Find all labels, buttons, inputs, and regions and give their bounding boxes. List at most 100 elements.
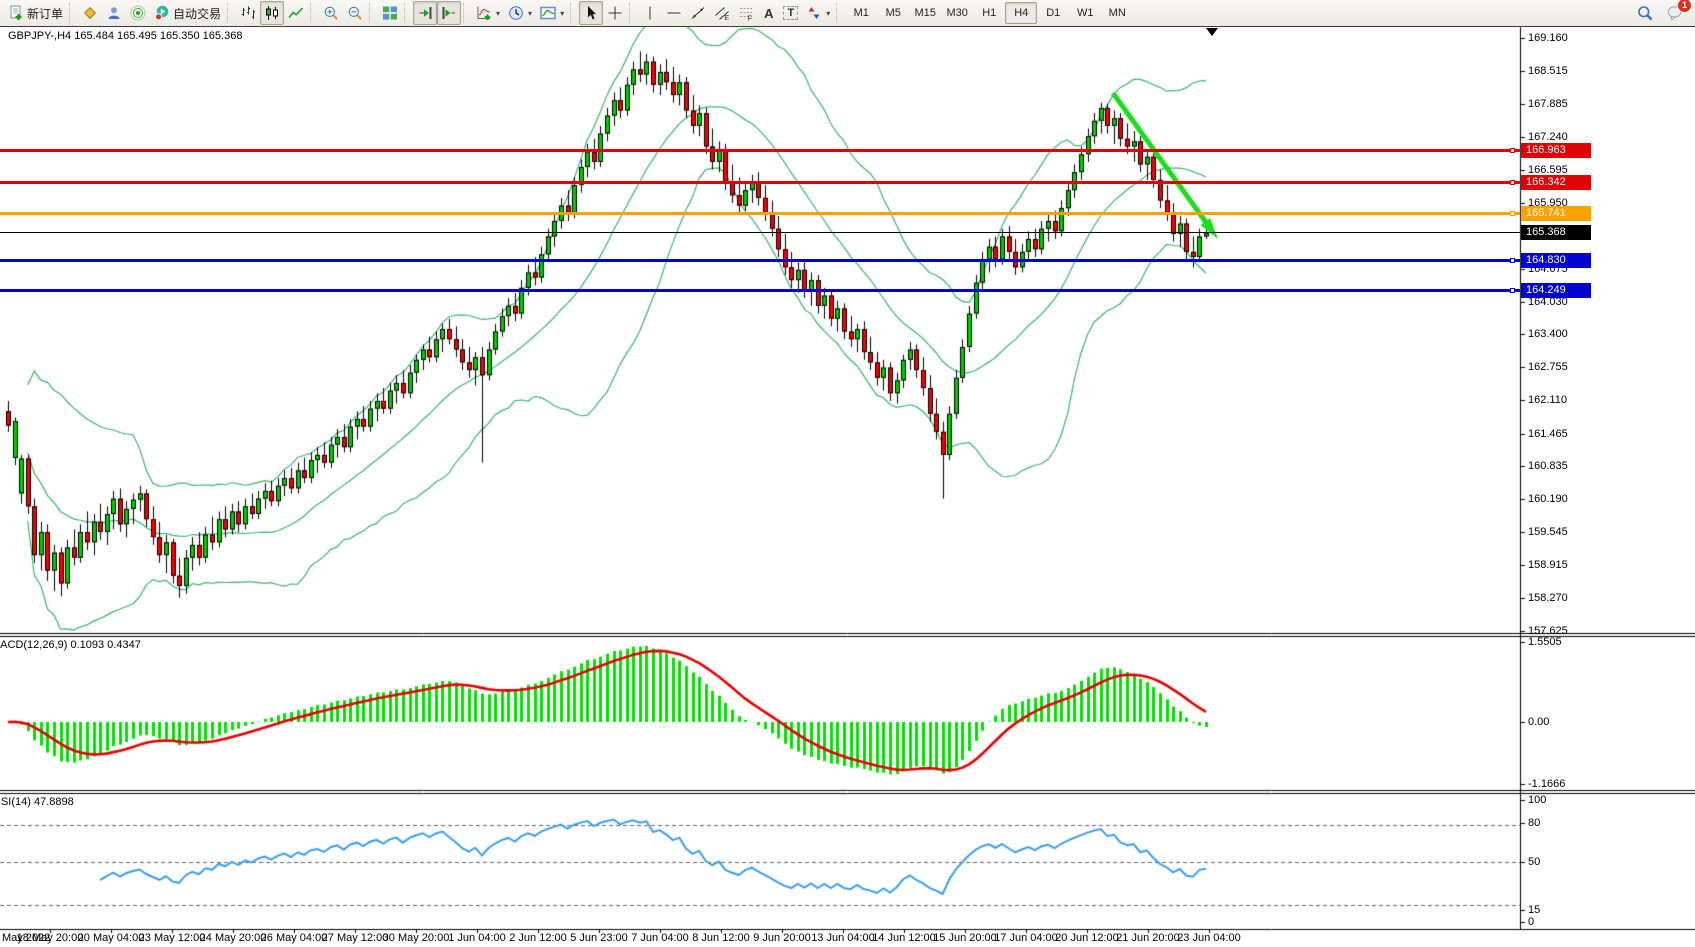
- date-axis-label: 21 Jun 20:00: [1116, 932, 1180, 944]
- line-handle[interactable]: [1510, 180, 1515, 185]
- dropdown-caret-icon[interactable]: ▾: [560, 9, 564, 18]
- price-axis-tick[interactable]: 158.915: [1528, 558, 1568, 572]
- dropdown-caret-icon[interactable]: ▾: [528, 9, 532, 18]
- date-axis-label: 30 May 20:00: [383, 932, 450, 944]
- price-axis-tick[interactable]: 167.240: [1528, 130, 1568, 144]
- indicators-icon: [476, 5, 492, 21]
- horizontal-level-line[interactable]: [0, 259, 1520, 262]
- label-t-icon: T: [783, 6, 798, 20]
- price-axis-tick[interactable]: 163.400: [1528, 327, 1568, 341]
- price-level-badge: 165.741: [1521, 206, 1591, 221]
- templates-button[interactable]: ▾: [536, 1, 568, 25]
- price-axis-tick[interactable]: 162.755: [1528, 360, 1568, 374]
- timeframe-h1-button[interactable]: H1: [973, 2, 1005, 24]
- price-axis-tick[interactable]: 167.885: [1528, 97, 1568, 111]
- line-handle[interactable]: [1510, 148, 1515, 153]
- chart-canvas[interactable]: [0, 0, 1695, 947]
- signals-button[interactable]: [126, 1, 150, 25]
- timeframe-mn-button[interactable]: MN: [1101, 2, 1133, 24]
- rsi-axis-tick[interactable]: 80: [1528, 816, 1540, 830]
- line-handle[interactable]: [1510, 288, 1515, 293]
- periods-button[interactable]: ▾: [504, 1, 536, 25]
- timeframe-m30-button[interactable]: M30: [941, 2, 973, 24]
- text-label-button[interactable]: T: [779, 1, 802, 25]
- horizontal-line-button[interactable]: [662, 1, 686, 25]
- indicators-button[interactable]: ▾: [472, 1, 504, 25]
- price-axis-tick[interactable]: 160.190: [1528, 492, 1568, 506]
- new-order-button-label: 新订单: [27, 5, 63, 22]
- fibonacci-button[interactable]: F: [734, 1, 758, 25]
- notifications-button[interactable]: 1: [1663, 1, 1687, 25]
- market-button[interactable]: [78, 1, 102, 25]
- rsi-axis-tick[interactable]: 0: [1528, 915, 1534, 929]
- line-handle[interactable]: [1510, 211, 1515, 216]
- macd-axis-tick[interactable]: -1.1666: [1528, 777, 1565, 791]
- arrows-icon: [806, 5, 822, 21]
- tile-windows-button[interactable]: [378, 1, 402, 25]
- text-button[interactable]: A: [758, 1, 779, 25]
- horizontal-level-line[interactable]: [0, 289, 1520, 292]
- date-axis-label: 26 May 04:00: [261, 932, 328, 944]
- horizontal-level-line[interactable]: [0, 212, 1520, 215]
- price-axis-tick[interactable]: 169.160: [1528, 31, 1568, 45]
- bar-chart-icon: [240, 5, 256, 21]
- vertical-line-button[interactable]: [638, 1, 662, 25]
- toolbar-group-separator: [369, 3, 376, 23]
- date-axis-label: 27 May 12:00: [322, 932, 389, 944]
- date-axis-label: 2 Jun 12:00: [509, 932, 567, 944]
- timeframe-m15-button[interactable]: M15: [909, 2, 941, 24]
- zoom-out-button[interactable]: [343, 1, 367, 25]
- zoom-in-button[interactable]: [319, 1, 343, 25]
- macd-axis-tick[interactable]: 1.5505: [1528, 635, 1562, 649]
- cursor-button[interactable]: [579, 1, 603, 25]
- candlestick-button[interactable]: [260, 1, 284, 25]
- price-axis-tick[interactable]: 158.270: [1528, 591, 1568, 605]
- timeframe-w1-button[interactable]: W1: [1069, 2, 1101, 24]
- toolbar-group-separator: [463, 3, 470, 23]
- price-level-badge: 164.830: [1521, 253, 1591, 268]
- price-axis-tick[interactable]: 161.465: [1528, 427, 1568, 441]
- timeframe-m1-button[interactable]: M1: [845, 2, 877, 24]
- price-axis-tick[interactable]: 162.110: [1528, 393, 1567, 407]
- chart-shift-button[interactable]: [437, 1, 461, 25]
- timeframe-d1-button[interactable]: D1: [1037, 2, 1069, 24]
- price-axis-tick[interactable]: 168.515: [1528, 64, 1568, 78]
- vertical-line-icon: [642, 5, 658, 21]
- channel-button[interactable]: E: [710, 1, 734, 25]
- bar-chart-button[interactable]: [236, 1, 260, 25]
- price-level-badge: 164.249: [1521, 283, 1591, 298]
- community-button[interactable]: [102, 1, 126, 25]
- date-axis-label: 15 Jun 20:00: [933, 932, 997, 944]
- price-axis-tick[interactable]: 160.835: [1528, 459, 1568, 473]
- date-axis-label: 20 Jun 12:00: [1055, 932, 1119, 944]
- date-axis-label: 1 Jun 04:00: [448, 932, 506, 944]
- toolbar: 新订单 自动交易 ▾ ▾ ▾ EFAT ▾ M1M5M15M30H1H4D1W1MN 1: [0, 0, 1695, 26]
- crosshair-button[interactable]: [603, 1, 627, 25]
- macd-axis-tick[interactable]: 0.00: [1528, 715, 1549, 729]
- toolbar-group-separator: [310, 3, 317, 23]
- line-handle[interactable]: [1510, 258, 1515, 263]
- horizontal-level-line[interactable]: [0, 181, 1520, 184]
- horizontal-level-line[interactable]: [0, 149, 1520, 152]
- search-button[interactable]: [1633, 1, 1657, 25]
- timeframe-h4-button[interactable]: H4: [1005, 2, 1037, 24]
- arrows-button[interactable]: ▾: [802, 1, 834, 25]
- rsi-axis-tick[interactable]: 50: [1528, 855, 1540, 869]
- line-chart-button[interactable]: [284, 1, 308, 25]
- price-axis-tick[interactable]: 159.545: [1528, 525, 1568, 539]
- toolbar-right: 1: [1633, 1, 1695, 25]
- new-order-button[interactable]: 新订单: [4, 1, 67, 25]
- toolbar-group-separator: [69, 3, 76, 23]
- autotrading-button[interactable]: 自动交易: [150, 1, 225, 25]
- rsi-axis-tick[interactable]: 100: [1528, 793, 1546, 807]
- dropdown-caret-icon[interactable]: ▾: [496, 9, 500, 18]
- auto-scroll-button[interactable]: [413, 1, 437, 25]
- dropdown-caret-icon[interactable]: ▾: [826, 9, 830, 18]
- trendline-button[interactable]: [686, 1, 710, 25]
- date-axis-label: 13 Jun 04:00: [811, 932, 875, 944]
- clock-icon: [508, 5, 524, 21]
- chart-shift-marker[interactable]: [1206, 28, 1218, 36]
- timeframe-m5-button[interactable]: M5: [877, 2, 909, 24]
- current-price-line[interactable]: [0, 232, 1520, 233]
- date-axis-label: 20 May 04:00: [78, 932, 145, 944]
